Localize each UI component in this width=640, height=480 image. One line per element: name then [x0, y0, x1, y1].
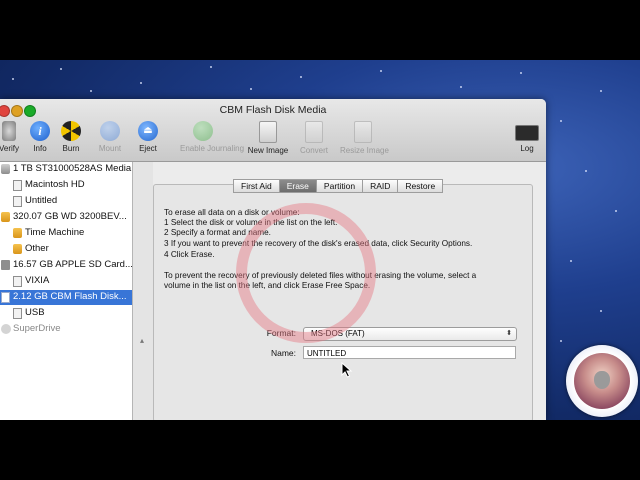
log-icon [515, 125, 539, 141]
volume-icon [13, 180, 22, 191]
hard-drive-icon [1, 164, 10, 174]
tab-erase[interactable]: Erase [278, 179, 317, 193]
eject-button[interactable]: ⏏ Eject [125, 121, 171, 157]
name-label: Name: [270, 348, 296, 358]
popup-arrows-icon: ⬍ [506, 330, 512, 337]
sidebar-item-label: Macintosh HD [25, 179, 85, 190]
sidebar-item-cbm-flash-disk[interactable]: 2.12 GB CBM Flash Disk... [0, 290, 132, 305]
new-image-label: New Image [247, 146, 289, 155]
sidebar-item-usb[interactable]: USB [0, 306, 132, 321]
journaling-icon [193, 121, 213, 141]
external-volume-icon [13, 228, 22, 238]
window-title: CBM Flash Disk Media [219, 104, 327, 116]
sidebar-item-label: 320.07 GB WD 3200BEV... [13, 211, 127, 222]
window-toolbar: CBM Flash Disk Media Verify i Info Burn … [0, 99, 546, 162]
tab-partition[interactable]: Partition [315, 179, 364, 193]
volume-icon [13, 276, 22, 287]
enable-journaling-button[interactable]: Enable Journaling [180, 121, 245, 157]
tab-first-aid[interactable]: First Aid [233, 179, 280, 193]
microscope-icon [2, 121, 16, 141]
new-image-button[interactable]: New Image [245, 121, 291, 157]
convert-label: Convert [299, 146, 328, 155]
sidebar-item-untitled[interactable]: Untitled [0, 194, 132, 209]
sidebar-item-label: USB [25, 307, 45, 318]
sidebar-item-time-machine[interactable]: Time Machine [0, 226, 132, 241]
avatar-photo [574, 353, 630, 409]
sidebar-item-label: SuperDrive [13, 323, 61, 334]
sidebar-item-other[interactable]: Other [0, 242, 132, 257]
sidebar-item-label: Other [25, 243, 49, 254]
disk-list-sidebar: 1 TB ST31000528AS Media Macintosh HD Unt… [0, 162, 133, 420]
info-icon: i [30, 121, 50, 141]
letterbox-bottom [0, 420, 640, 480]
log-label: Log [520, 144, 534, 153]
sidebar-item-wd3200bev[interactable]: 320.07 GB WD 3200BEV... [0, 210, 132, 225]
sidebar-item-superdrive[interactable]: SuperDrive [0, 322, 132, 337]
sidebar-item-label: 1 TB ST31000528AS Media [13, 163, 132, 174]
sidebar-item-label: 16.57 GB APPLE SD Card... [13, 259, 132, 270]
sidebar-item-label: VIXIA [25, 275, 50, 286]
enable-journaling-label: Enable Journaling [180, 144, 245, 153]
external-volume-icon [13, 244, 22, 254]
apple-logo-icon [594, 371, 610, 389]
convert-button[interactable]: Convert [291, 121, 337, 157]
new-image-icon [259, 121, 277, 143]
erase-instruction-step-4: 4 Click Erase. [164, 250, 215, 259]
mount-icon [100, 121, 120, 141]
tab-raid[interactable]: RAID [362, 179, 399, 193]
sidebar-item-label: Untitled [25, 195, 58, 206]
letterbox-top [0, 0, 640, 60]
eject-icon: ⏏ [138, 121, 158, 141]
highlight-ring [236, 203, 376, 343]
resize-grip-icon[interactable]: ▴ [140, 336, 144, 345]
sidebar-item-apple-sd-card[interactable]: 16.57 GB APPLE SD Card... [0, 258, 132, 273]
tab-bar: First Aid Erase Partition RAID Restore [233, 179, 444, 193]
burn-icon [61, 121, 81, 141]
split-view-divider[interactable] [133, 162, 153, 420]
sidebar-item-st31000528as[interactable]: 1 TB ST31000528AS Media [0, 162, 132, 177]
log-button[interactable]: Log [504, 121, 546, 157]
resize-image-label: Resize Image [340, 146, 389, 155]
resize-image-button[interactable]: Resize Image [340, 121, 389, 157]
sidebar-item-label: 2.12 GB CBM Flash Disk... [13, 291, 127, 302]
volume-icon [13, 196, 22, 207]
sidebar-item-macintosh-hd[interactable]: Macintosh HD [0, 178, 132, 193]
name-field[interactable]: UNTITLED [303, 346, 516, 359]
disk-utility-window: CBM Flash Disk Media Verify i Info Burn … [0, 99, 546, 420]
sidebar-item-label: Time Machine [25, 227, 85, 238]
sidebar-item-vixia[interactable]: VIXIA [0, 274, 132, 289]
optical-drive-icon [1, 324, 11, 334]
presenter-avatar [566, 345, 638, 417]
convert-icon [305, 121, 323, 143]
resize-image-icon [354, 121, 372, 143]
mouse-pointer-icon [341, 362, 353, 378]
eject-label: Eject [139, 144, 157, 153]
external-drive-icon [1, 212, 10, 222]
volume-icon [13, 308, 22, 319]
tab-restore[interactable]: Restore [397, 179, 444, 193]
flash-drive-icon [1, 292, 10, 303]
sd-card-icon [1, 260, 10, 270]
